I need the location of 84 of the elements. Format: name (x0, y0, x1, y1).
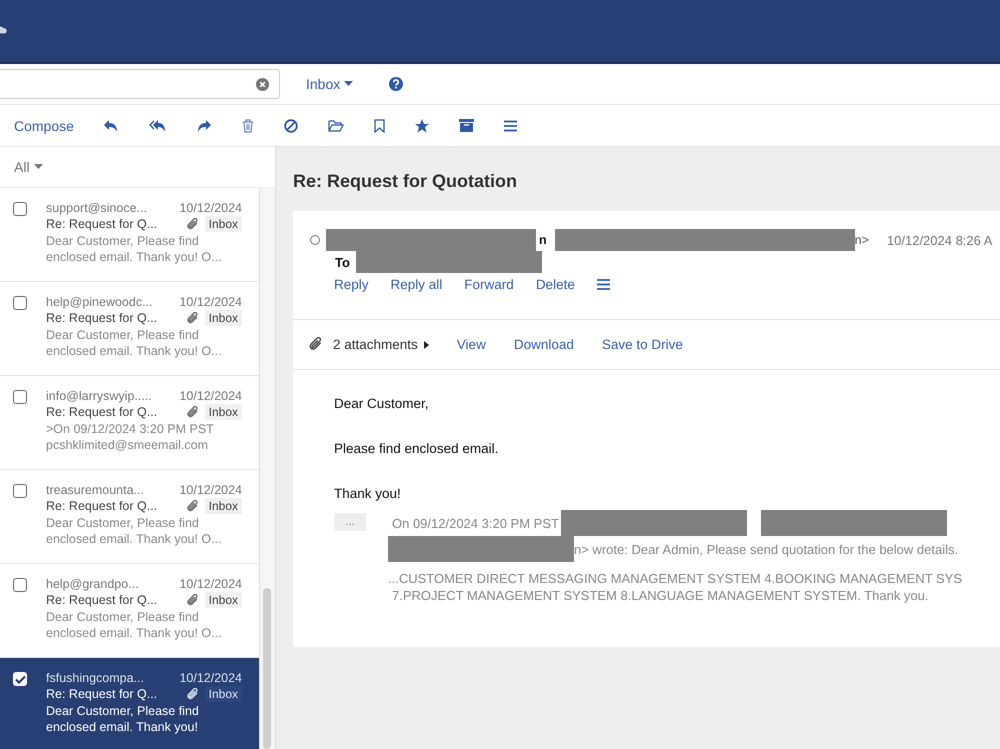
folder-icon[interactable] (328, 119, 344, 132)
caret-icon (34, 164, 43, 170)
date-text: 10/12/2024 (179, 200, 242, 216)
quote-text: 7.PROJECT MANAGEMENT SYSTEM 8.LANGUAGE MANAGEMENT SYSTEM. Thank you. (392, 587, 929, 604)
block-icon[interactable] (284, 118, 298, 132)
body-paragraph: Thank you! (334, 485, 402, 502)
quote-text: n> wrote: Dear Admin, Please send quotation for the below details. (574, 540, 958, 558)
sender-text: info@larryswyip..... (46, 388, 152, 404)
search-field[interactable] (0, 69, 280, 99)
menu-icon[interactable] (596, 279, 610, 290)
reply-all-icon[interactable] (148, 118, 166, 132)
message-preview: Dear Customer, Please find enclosed email. Thank you! O... (46, 515, 223, 547)
date-text: 10/12/2024 (179, 482, 242, 498)
body-paragraph: Please find enclosed email. (334, 440, 500, 457)
action-link[interactable]: Forward (464, 277, 514, 292)
message-item[interactable]: info@larryswyip..... 10/12/2024 Re: Request for Q... Inbox >On 09/12/2024 3:20 PM PST pcshklimited@smeemail.com (0, 376, 259, 470)
folder-tag: Inbox (204, 310, 242, 326)
date-text: 10/12/2024 (179, 576, 242, 592)
trash-icon[interactable] (242, 118, 254, 132)
message-date: 10/12/2024 8:26 A (886, 232, 992, 248)
attachment-link[interactable]: Download (514, 337, 574, 352)
caret-icon (344, 81, 354, 87)
date-text: 10/12/2024 (179, 294, 242, 310)
filter-dropdown[interactable]: All (14, 159, 43, 175)
date-text: 10/12/2024 (179, 670, 242, 686)
folder-tag: Inbox (204, 498, 242, 514)
message-preview: >On 09/12/2024 3:20 PM PST pcshklimited@smeemail.com (46, 421, 215, 453)
star-icon[interactable] (414, 118, 429, 132)
action-link[interactable]: Delete (536, 277, 575, 292)
address-fragment: n> (854, 233, 869, 247)
message-preview: Dear Customer, Please find enclosed email. Thank you! O... (46, 327, 223, 359)
folder-tag: Inbox (204, 686, 242, 702)
sender-text: fsfushingcompa... (46, 670, 144, 686)
message-preview: Dear Customer, Please find enclosed email. Thank you! O... (46, 609, 223, 641)
attachment-link[interactable]: Save to Drive (602, 337, 683, 352)
message-preview: Dear Customer, Please find enclosed email. Thank you! O... (46, 233, 223, 265)
scrollbar-thumb[interactable] (263, 588, 271, 749)
message-item[interactable]: fsfushingcompa... 10/12/2024 Re: Request for Q... Inbox Dear Customer, Please find enclosed email. Thank you! (0, 658, 259, 749)
status-dot-icon (310, 235, 320, 245)
bookmark-icon[interactable] (374, 118, 385, 132)
checkbox[interactable] (13, 484, 27, 498)
checkbox[interactable] (13, 390, 27, 404)
attachment-link[interactable]: View (456, 337, 486, 352)
subject-text: Re: Request for Q... (46, 216, 158, 232)
subject-text: Re: Request for Q... (46, 686, 158, 702)
subject-text: Re: Request for Q... (46, 498, 158, 514)
menu-icon[interactable] (504, 120, 517, 132)
folder-dropdown[interactable]: Inbox (306, 76, 354, 92)
body-paragraph: Dear Customer, (334, 395, 430, 412)
checkbox[interactable] (13, 202, 27, 216)
sender-text: help@grandpo... (46, 576, 139, 592)
caret-icon[interactable] (424, 340, 429, 348)
help-icon[interactable] (389, 77, 404, 91)
folder-tag: Inbox (204, 592, 242, 608)
quote-text: On 09/12/2024 3:20 PM PST (392, 514, 559, 532)
compose-button[interactable]: Compose (14, 118, 74, 134)
message-item[interactable]: treasuremounta... 10/12/2024 Re: Request for Q... Inbox Dear Customer, Please find enclosed email. Thank you! O... (0, 470, 259, 564)
action-link[interactable]: Reply (334, 277, 369, 292)
attachments-toggle[interactable]: 2 attachments (333, 336, 418, 354)
subject-text: Re: Request for Q... (46, 592, 158, 608)
checkbox[interactable] (13, 578, 27, 592)
reply-icon[interactable] (102, 118, 119, 132)
sender-text: support@sinoce... (46, 200, 147, 216)
checkbox[interactable] (13, 296, 27, 310)
folder-tag: Inbox (204, 404, 242, 420)
subject-text: Re: Request for Q... (46, 404, 158, 420)
action-link[interactable]: Reply all (390, 277, 442, 292)
date-text: 10/12/2024 (179, 388, 242, 404)
folder-tag: Inbox (204, 216, 242, 232)
to-label: To (335, 254, 350, 270)
sender-text: treasuremounta... (46, 482, 144, 498)
message-title: Re: Request for Quotation (293, 171, 518, 192)
sender-text: help@pinewoodc... (46, 294, 153, 310)
archive-icon[interactable] (458, 119, 474, 132)
quote-text: ...CUSTOMER DIRECT MESSAGING MANAGEMENT SYSTEM 4.BOOKING MANAGEMENT SYS (388, 570, 962, 587)
message-item[interactable]: support@sinoce... 10/12/2024 Re: Request for Q... Inbox Dear Customer, Please find enclosed email. Thank you! O... (0, 188, 259, 282)
forward-icon[interactable] (196, 118, 212, 132)
message-preview: Dear Customer, Please find enclosed email. Thank you! (46, 703, 200, 735)
paperclip-icon (309, 337, 323, 352)
show-quote-button[interactable]: ... (334, 513, 366, 531)
subject-text: Re: Request for Q... (46, 310, 158, 326)
clear-icon[interactable] (256, 78, 269, 90)
message-item[interactable]: help@pinewoodc... 10/12/2024 Re: Request for Q... Inbox Dear Customer, Please find enclosed email. Thank you! O... (0, 282, 259, 376)
sender-fragment: n (539, 233, 547, 247)
